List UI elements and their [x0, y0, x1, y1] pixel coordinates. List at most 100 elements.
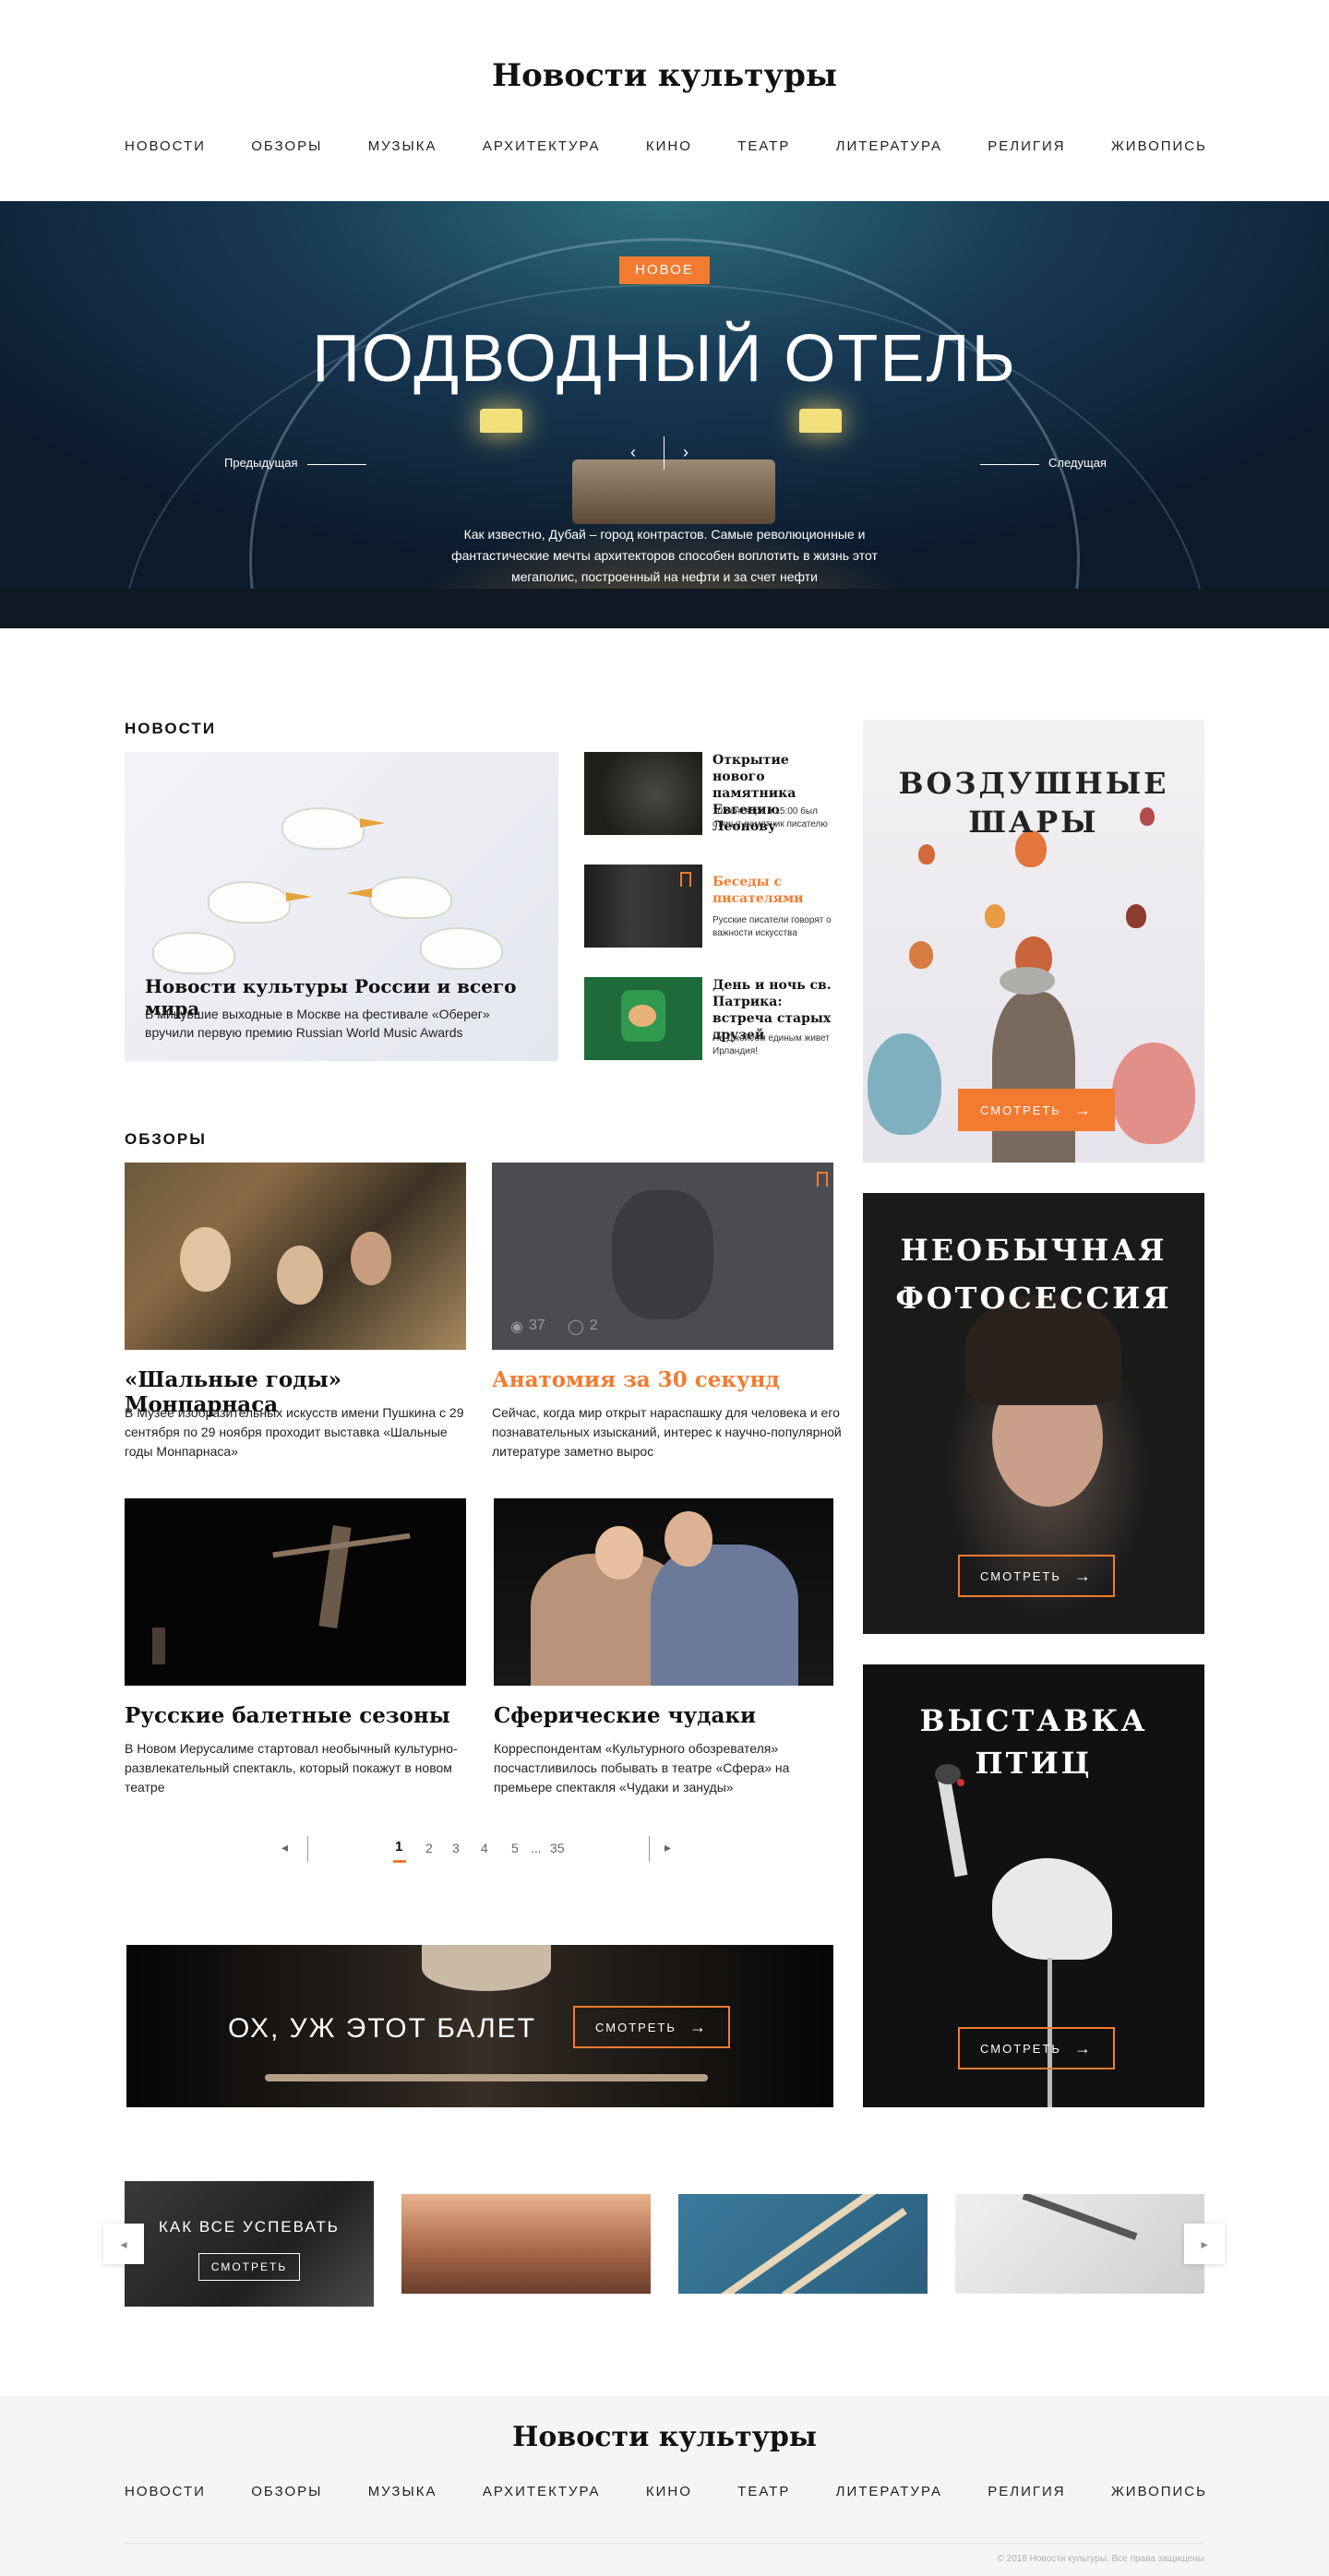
pagination-next-icon[interactable]: ▸ [664, 1840, 671, 1855]
promo-watch-button[interactable]: СМОТРЕТЬ → [958, 1089, 1115, 1131]
footer-nav-item-music[interactable]: МУЗЫКА [368, 2484, 437, 2499]
footer-nav-item-religion[interactable]: РЕЛИГИЯ [988, 2484, 1065, 2499]
promo-title[interactable]: НЕОБЫЧНАЯ ФОТОСЕССИЯ [863, 1226, 1204, 1322]
balloon-shape [868, 1033, 941, 1135]
button-label: СМОТРЕТЬ [595, 2020, 676, 2034]
leprechaun-face [629, 1005, 656, 1027]
hero-arrow-left-icon[interactable]: ‹ [630, 443, 636, 462]
nav-item-reviews[interactable]: ОБЗОРЫ [251, 138, 322, 154]
nav-item-literature[interactable]: ЛИТЕРАТУРА [836, 138, 942, 154]
carousel-card-canyon[interactable] [401, 2194, 651, 2294]
review-text: Корреспондентам «Культурного обозревател… [494, 1741, 790, 1795]
footer-nav-item-cinema[interactable]: КИНО [646, 2484, 692, 2499]
review-title[interactable]: Сферические чудаки [494, 1703, 844, 1728]
views-count: 37 [528, 1318, 545, 1333]
pagination-page-last[interactable]: 35 [550, 1841, 565, 1855]
review-image[interactable] [125, 1163, 466, 1350]
hero-next-line [980, 464, 1039, 465]
tutu-shape [422, 1945, 551, 1991]
site-title[interactable]: Новости культуры [0, 57, 1329, 94]
hero-prev-link[interactable]: Предыдущая [224, 456, 298, 470]
hero-arrow-right-icon[interactable]: › [683, 443, 688, 462]
dancer-figure [152, 1628, 165, 1664]
ballet-banner[interactable]: ОХ, УЖ ЭТОТ БАЛЕТ СМОТРЕТЬ → [126, 1945, 833, 2107]
nav-item-religion[interactable]: РЕЛИГИЯ [988, 138, 1065, 154]
review-image[interactable] [125, 1498, 466, 1686]
woman-hat [1000, 967, 1055, 995]
promo-balloons[interactable]: ВОЗДУШНЫЕ ШАРЫ СМОТРЕТЬ → [863, 720, 1204, 1163]
nav-item-cinema[interactable]: КИНО [646, 138, 692, 154]
review-image[interactable] [494, 1498, 833, 1686]
dancer-legs [265, 2074, 708, 2081]
button-label: СМОТРЕТЬ [980, 2041, 1061, 2056]
footer-title[interactable]: Новости культуры [0, 2421, 1329, 2453]
hero-new-badge: НОВОЕ [619, 256, 710, 284]
footer: Новости культуры НОВОСТИ ОБЗОРЫ МУЗЫКА А… [0, 2395, 1329, 2576]
hero-next-link[interactable]: Следущая [1048, 456, 1107, 470]
review-image[interactable]: ◉ 37 ◯ 2 [492, 1163, 833, 1350]
review-title[interactable]: Русские балетные сезоны [125, 1703, 475, 1728]
footer-nav-item-painting[interactable]: ЖИВОПИСЬ [1111, 2484, 1207, 2499]
painting-face [180, 1227, 231, 1292]
carousel-next-icon[interactable]: ▸ [1184, 2224, 1225, 2264]
balloon-shape [1126, 904, 1146, 928]
news-item-thumbnail[interactable] [584, 752, 702, 835]
nav-item-painting[interactable]: ЖИВОПИСЬ [1111, 138, 1207, 154]
bird-beak [346, 888, 372, 898]
bird-figurine [208, 881, 291, 924]
footer-nav-item-news[interactable]: НОВОСТИ [125, 2484, 206, 2499]
promo-watch-button[interactable]: СМОТРЕТЬ → [958, 1555, 1115, 1597]
footer-nav-item-reviews[interactable]: ОБЗОРЫ [251, 2484, 322, 2499]
pagination-ellipsis: ... [531, 1841, 542, 1855]
banner-watch-button[interactable]: СМОТРЕТЬ → [573, 2006, 730, 2048]
hero-title[interactable]: ПОДВОДНЫЙ ОТЕЛЬ [0, 321, 1329, 397]
promo-watch-button[interactable]: СМОТРЕТЬ → [958, 2027, 1115, 2069]
stone-hands [612, 1190, 713, 1319]
bird-figurine [281, 807, 365, 850]
nav-item-music[interactable]: МУЗЫКА [368, 138, 437, 154]
footer-nav-item-architecture[interactable]: АРХИТЕКТУРА [483, 2484, 601, 2499]
promo-bird-exhibition[interactable]: ВЫСТАВКА ПТИЦ СМОТРЕТЬ → [863, 1664, 1204, 2107]
carousel-card-featured[interactable]: КАК ВСЕ УСПЕВАТЬ СМОТРЕТЬ [125, 2181, 374, 2307]
news-item-thumbnail[interactable] [584, 977, 702, 1060]
footer-nav-item-theatre[interactable]: ТЕАТР [737, 2484, 790, 2499]
pagination-page[interactable]: 3 [452, 1841, 460, 1855]
pagination-prev-icon[interactable]: ◂ [281, 1840, 288, 1855]
nav-item-architecture[interactable]: АРХИТЕКТУРА [483, 138, 601, 154]
promo-title[interactable]: ВЫСТАВКА ПТИЦ [863, 1699, 1204, 1784]
pagination-page[interactable]: 2 [425, 1841, 433, 1855]
actor-face [664, 1511, 712, 1567]
promo-title[interactable]: ВОЗДУШНЫЕ ШАРЫ [863, 764, 1204, 841]
actor-figure [651, 1544, 798, 1686]
hero-description: Как известно, Дубай – город контрастов. … [451, 527, 878, 584]
news-item-title[interactable]: Беседы с писателями [712, 874, 842, 907]
nav-item-news[interactable]: НОВОСТИ [125, 138, 206, 154]
carousel-card-jets[interactable] [955, 2194, 1204, 2294]
footer-nav-item-literature[interactable]: ЛИТЕРАТУРА [836, 2484, 942, 2499]
bookmark-icon[interactable] [680, 872, 691, 887]
balloon-shape [909, 941, 933, 969]
crane-neck [937, 1774, 968, 1878]
banner-title[interactable]: ОХ, УЖ ЭТОТ БАЛЕТ [228, 2013, 536, 2045]
carousel-watch-button[interactable]: СМОТРЕТЬ [198, 2253, 300, 2281]
carousel-card-title[interactable]: КАК ВСЕ УСПЕВАТЬ [125, 2218, 374, 2236]
woman-figure [992, 992, 1075, 1163]
bookmark-icon[interactable] [817, 1172, 828, 1187]
hero-prev-line [307, 464, 366, 465]
review-title[interactable]: Анатомия за 30 секунд [492, 1367, 843, 1392]
news-main-card[interactable]: Новости культуры России и всего мира В м… [125, 752, 558, 1061]
jets-formation [1022, 2194, 1138, 2240]
pagination-page[interactable]: 4 [481, 1841, 488, 1855]
arrow-right-icon: → [1073, 1100, 1093, 1119]
carousel-prev-icon[interactable]: ◂ [103, 2224, 144, 2264]
review-text: В Новом Иерусалиме стартовал необычный к… [125, 1741, 458, 1795]
carousel-card-court[interactable] [678, 2194, 928, 2294]
promo-photoshoot[interactable]: НЕОБЫЧНАЯ ФОТОСЕССИЯ СМОТРЕТЬ → [863, 1193, 1204, 1634]
nav-item-theatre[interactable]: ТЕАТР [737, 138, 790, 154]
news-item-text: 10 сентября в 15:00 был открыт памятник … [712, 806, 828, 829]
pagination-page[interactable]: 5 [511, 1841, 519, 1855]
news-main-text: В минувшие выходные в Москве на фестивал… [145, 1007, 490, 1040]
hero-lamp-right [799, 409, 842, 433]
pagination-page-current[interactable]: 1 [395, 1839, 402, 1854]
news-item-text: Русские писатели говорят о важности иску… [712, 915, 832, 938]
